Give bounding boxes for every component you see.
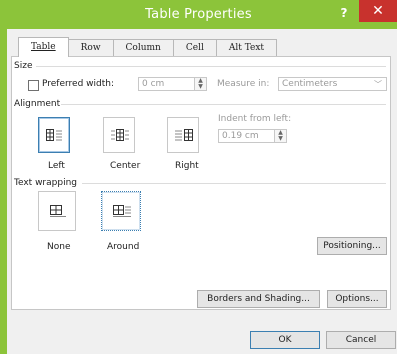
help-icon[interactable]: ? bbox=[337, 5, 351, 21]
align-right-label: Right bbox=[175, 161, 199, 171]
tab-alt-text[interactable]: Alt Text bbox=[216, 39, 278, 56]
align-right-icon bbox=[175, 129, 193, 141]
measure-in-label: Measure in: bbox=[217, 79, 270, 89]
tab-row[interactable]: Row bbox=[68, 39, 114, 56]
size-group-label: Size bbox=[14, 61, 33, 71]
align-right-option[interactable] bbox=[167, 117, 199, 153]
preferred-width-label: Preferred width: bbox=[42, 79, 115, 89]
ok-button[interactable]: OK bbox=[250, 331, 320, 349]
cancel-button[interactable]: Cancel bbox=[326, 331, 396, 349]
title-bar[interactable]: Table Properties ? ✕ bbox=[0, 0, 397, 30]
wrap-none-option[interactable] bbox=[38, 191, 76, 231]
measure-in-select[interactable]: Centimeters bbox=[278, 77, 387, 91]
tab-column[interactable]: Column bbox=[113, 39, 174, 56]
positioning-button[interactable]: Positioning... bbox=[317, 237, 387, 255]
align-left-option[interactable] bbox=[38, 117, 70, 153]
chevron-down-icon: ﹀ bbox=[374, 80, 382, 89]
wrap-none-icon bbox=[50, 205, 66, 217]
tab-table[interactable]: Table bbox=[18, 37, 69, 57]
wrap-around-option[interactable] bbox=[101, 191, 141, 231]
wrap-none-label: None bbox=[47, 242, 71, 252]
align-left-icon bbox=[46, 129, 62, 141]
wrap-around-label: Around bbox=[107, 242, 140, 252]
options-button[interactable]: Options... bbox=[327, 290, 387, 308]
borders-and-shading-button[interactable]: Borders and Shading... bbox=[197, 290, 320, 308]
preferred-width-field[interactable]: 0 cm bbox=[138, 77, 195, 91]
preferred-width-spinner[interactable]: ▲ ▼ bbox=[194, 77, 207, 91]
align-center-option[interactable] bbox=[103, 117, 135, 153]
tab-cell[interactable]: Cell bbox=[173, 39, 217, 56]
indent-spinner[interactable]: ▲ ▼ bbox=[274, 129, 287, 143]
size-group-divider bbox=[36, 66, 386, 67]
close-icon: ✕ bbox=[372, 3, 384, 19]
dialog-window: Table Properties ? ✕ Table Row Column Ce… bbox=[0, 0, 397, 354]
alignment-group-label: Alignment bbox=[14, 99, 61, 109]
align-left-label: Left bbox=[48, 161, 65, 171]
wrap-around-icon bbox=[113, 205, 131, 217]
close-button[interactable]: ✕ bbox=[359, 0, 397, 22]
indent-from-left-field[interactable]: 0.19 cm bbox=[218, 129, 275, 143]
preferred-width-checkbox[interactable] bbox=[28, 80, 39, 91]
text-wrapping-group-label: Text wrapping bbox=[14, 178, 77, 188]
align-center-label: Center bbox=[110, 161, 141, 171]
tab-strip: Table Row Column Cell Alt Text bbox=[18, 37, 278, 57]
indent-from-left-label: Indent from left: bbox=[218, 114, 292, 124]
dialog-client: Table Row Column Cell Alt Text Size Pref… bbox=[7, 29, 397, 354]
alignment-group-divider bbox=[61, 104, 386, 105]
table-tab-panel: Size Preferred width: 0 cm ▲ ▼ Measure in… bbox=[11, 56, 391, 310]
align-center-icon bbox=[111, 129, 129, 141]
text-wrapping-group-divider bbox=[82, 183, 386, 184]
